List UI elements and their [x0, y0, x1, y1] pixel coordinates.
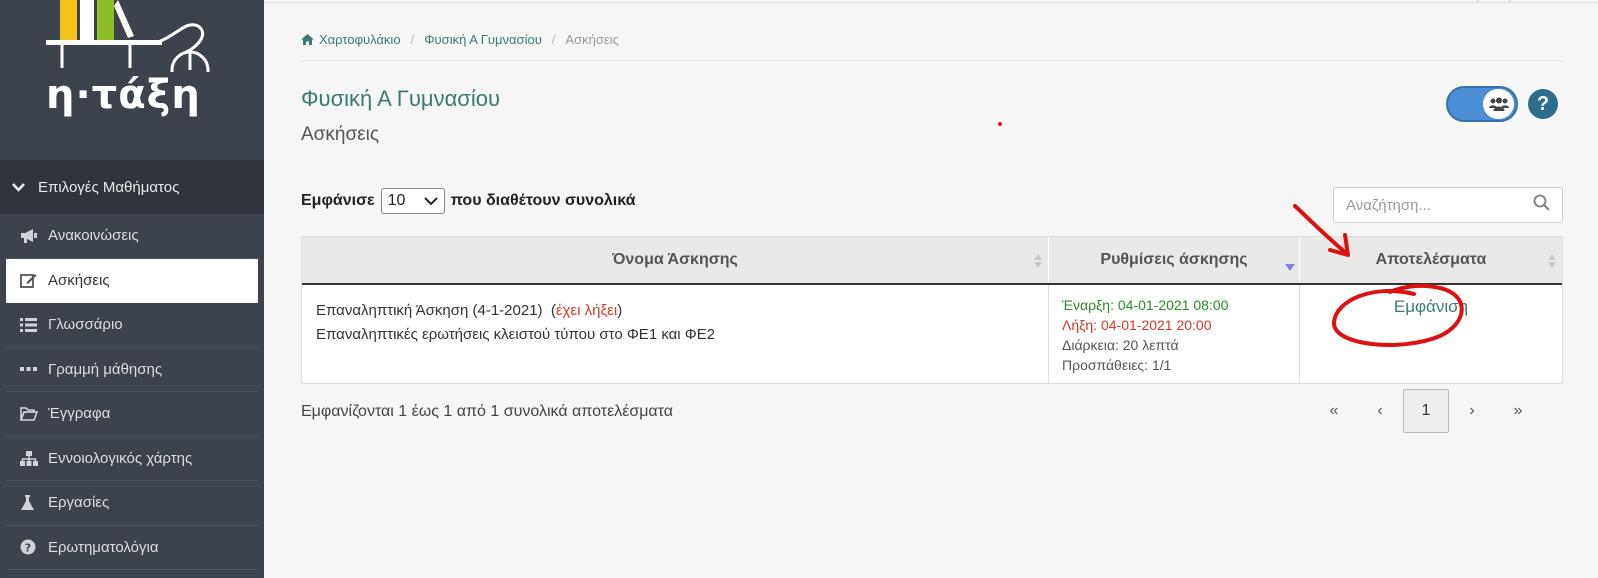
sort-desc-icon [1285, 259, 1295, 271]
breadcrumb-course-link[interactable]: Φυσική Α Γυμνασίου [424, 32, 542, 47]
column-header-name[interactable]: Όνομα Άσκησης [302, 237, 1049, 283]
table-header: Όνομα Άσκησης Ρυθμίσεις άσκησης Αποτελέσ… [302, 237, 1562, 285]
logo[interactable]: η·τάξη [0, 0, 264, 160]
edit-icon [20, 272, 48, 289]
chevron-down-icon [12, 180, 38, 195]
question-circle-icon: ? [20, 539, 48, 555]
sidebar-menu: Ανακοινώσεις Ασκήσεις Γλωσσάριο Γραμμή μ… [0, 214, 264, 570]
help-icon[interactable]: ? [1528, 89, 1558, 119]
main-content: Χαρτοφυλάκιο / Φυσική Α Γυμνασίου / Ασκή… [264, 0, 1598, 578]
student-view-toggle[interactable] [1446, 86, 1518, 122]
top-divider [1477, 0, 1478, 3]
search-input[interactable] [1346, 196, 1526, 214]
folder-open-icon [20, 406, 48, 421]
show-suffix-label: που διαθέτουν συνολικά [450, 192, 636, 209]
sidebar-item-label: Γραμμή μάθησης [48, 360, 163, 378]
exercise-name-link[interactable]: Επαναληπτική Άσκηση (4-1-2021) [316, 302, 543, 319]
sidebar-item-concept-map[interactable]: Εννοιολογικός χάρτης [6, 437, 258, 481]
sidebar-item-label: Εννοιολογικός χάρτης [48, 449, 193, 467]
breadcrumb-current: Ασκήσεις [565, 32, 619, 47]
sitemap-icon [20, 450, 48, 466]
sidebar-item-label: Ερωτηματολόγια [48, 538, 159, 556]
sidebar-item-label: Ασκήσεις [48, 271, 110, 289]
course-options-header[interactable]: Επιλογές Μαθήματος [0, 160, 264, 214]
svg-text:?: ? [25, 542, 31, 555]
breadcrumb-home-link[interactable]: Χαρτοφυλάκιο [319, 32, 401, 47]
course-options-label: Επιλογές Μαθήματος [38, 178, 180, 196]
sidebar-item-label: Ανακοινώσεις [48, 227, 139, 245]
flask-icon [20, 494, 48, 511]
expired-badge: έχει λήξει [555, 302, 618, 319]
attempts: Προσπάθειες: 1/1 [1062, 357, 1172, 373]
breadcrumb: Χαρτοφυλάκιο / Φυσική Α Γυμνασίου / Ασκή… [301, 32, 619, 47]
show-prefix-label: Εμφάνισε [301, 192, 375, 209]
sidebar-item-assignments[interactable]: Εργασίες [6, 481, 258, 526]
page-size-select[interactable]: 10 [380, 188, 445, 214]
sort-icon [1034, 253, 1042, 269]
end-time: Λήξη: 04-01-2021 20:00 [1062, 317, 1212, 333]
sidebar-item-label: Γλωσσάριο [48, 316, 123, 334]
megaphone-icon [20, 228, 48, 244]
top-border [264, 2, 1598, 3]
list-icon [20, 317, 48, 332]
ellipsis-icon [20, 366, 48, 372]
pager-current-page[interactable]: 1 [1403, 389, 1449, 433]
breadcrumb-separator: / [410, 32, 415, 47]
logo-text: η·τάξη [46, 72, 201, 118]
chevron-down-icon [423, 196, 438, 206]
sidebar-item-documents[interactable]: Έγγραφα [6, 392, 258, 437]
logo-books-icon [46, 0, 210, 72]
sidebar: η·τάξη Επιλογές Μαθήματος Ανακοινώσεις Α… [0, 0, 264, 578]
pager-first-button[interactable]: « [1311, 389, 1357, 433]
exercise-results-cell: Εμφάνιση [1300, 285, 1562, 383]
column-header-settings[interactable]: Ρυθμίσεις άσκησης [1049, 237, 1300, 283]
pager-prev-button[interactable]: ‹ [1357, 389, 1403, 433]
users-icon [1483, 89, 1514, 119]
page-size-value: 10 [387, 192, 406, 209]
page-title: Ασκήσεις [301, 124, 380, 145]
table-row: Επαναληπτική Άσκηση (4-1-2021) (έχει λήξ… [302, 285, 1562, 383]
sidebar-item-announcements[interactable]: Ανακοινώσεις [6, 214, 258, 259]
sidebar-item-label: Έγγραφα [48, 405, 111, 423]
breadcrumb-separator: / [551, 32, 556, 47]
exercise-settings-cell: Έναρξη: 04-01-2021 08:00 Λήξη: 04-01-202… [1049, 285, 1300, 383]
table-info: Εμφανίζονται 1 έως 1 από 1 συνολικά αποτ… [301, 403, 674, 420]
page-size-control: Εμφάνισε 10 που διαθέτουν συνολικά [301, 188, 635, 214]
pagination: « ‹ 1 › » [1311, 389, 1541, 433]
pager-next-button[interactable]: › [1449, 389, 1495, 433]
column-header-results[interactable]: Αποτελέσματα [1300, 237, 1562, 283]
sidebar-item-exercises[interactable]: Ασκήσεις [6, 258, 258, 303]
annotation-dot [998, 122, 1002, 126]
top-divider [1509, 0, 1510, 3]
sidebar-item-learning-path[interactable]: Γραμμή μάθησης [6, 348, 258, 392]
show-results-link[interactable]: Εμφάνιση [1394, 297, 1468, 383]
pager-last-button[interactable]: » [1495, 389, 1541, 433]
exercises-table: Όνομα Άσκησης Ρυθμίσεις άσκησης Αποτελέσ… [301, 236, 1563, 384]
duration: Διάρκεια: 20 λεπτά [1062, 337, 1179, 353]
sidebar-item-questionnaires[interactable]: ? Ερωτηματολόγια [6, 526, 258, 570]
home-icon [301, 34, 314, 45]
exercise-name-cell: Επαναληπτική Άσκηση (4-1-2021) (έχει λήξ… [302, 285, 1049, 383]
exercise-description: Επαναληπτικές ερωτήσεις κλειστού τύπου σ… [316, 326, 716, 343]
start-time: Έναρξη: 04-01-2021 08:00 [1062, 297, 1229, 313]
sidebar-item-label: Εργασίες [48, 494, 110, 512]
search-box [1333, 187, 1563, 223]
course-title[interactable]: Φυσική Α Γυμνασίου [301, 86, 500, 112]
breadcrumb-divider [301, 60, 1563, 61]
sidebar-item-glossary[interactable]: Γλωσσάριο [6, 303, 258, 348]
sort-icon [1548, 253, 1556, 269]
search-icon[interactable] [1533, 194, 1550, 216]
